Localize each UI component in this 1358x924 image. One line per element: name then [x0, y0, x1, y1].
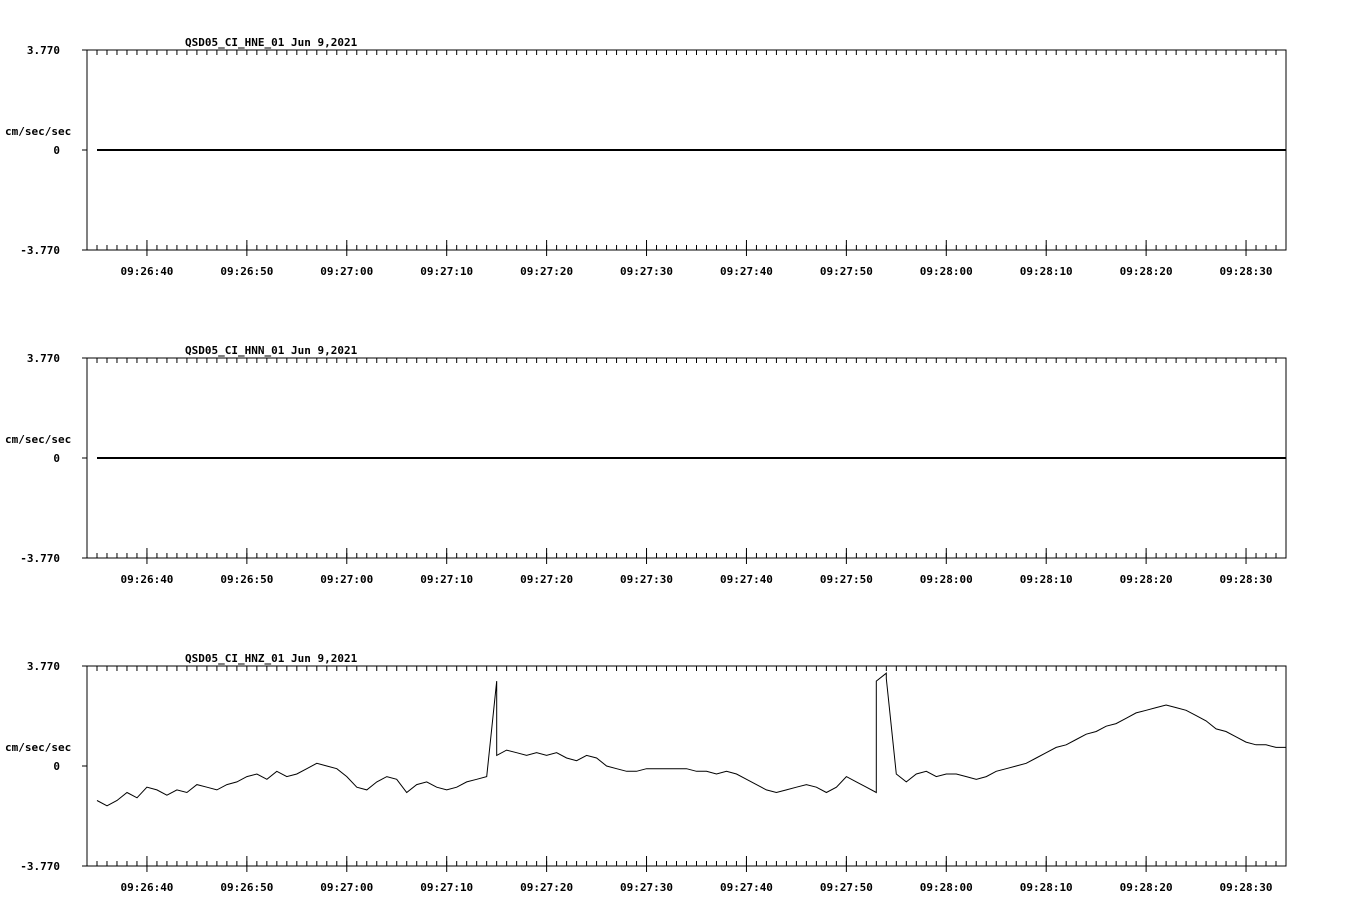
y-tick-label: -3.770 [20, 552, 60, 565]
seismogram-panel-3: QSD05_CI_HNZ_01 Jun 9,2021 3.770 0 -3.770 cm… [5, 652, 1287, 894]
x-tick-label: 09:27:20 [520, 573, 573, 586]
x-tick-label: 09:28:00 [920, 573, 973, 586]
x-tick-label: 09:26:50 [220, 881, 273, 894]
y-tick-label: -3.770 [20, 244, 60, 257]
x-tick-label: 09:27:00 [320, 573, 373, 586]
x-tick-label: 09:28:20 [1120, 573, 1173, 586]
seismogram-panel-1: QSD05_CI_HNE_01 Jun 9,2021 3.770 0 -3.770 cm… [5, 36, 1287, 278]
panel-title: QSD05_CI_HNZ_01 Jun 9,2021 [185, 652, 358, 665]
x-tick-label: 09:27:50 [820, 265, 873, 278]
x-tick-label: 09:27:20 [520, 265, 573, 278]
x-tick-label: 09:27:00 [320, 265, 373, 278]
x-tick-label: 09:27:40 [720, 881, 773, 894]
seismogram-panel-2: QSD05_CI_HNN_01 Jun 9,2021 3.770 0 -3.770 cm… [5, 344, 1287, 586]
x-tick-label: 09:27:10 [420, 573, 473, 586]
panel-title: QSD05_CI_HNN_01 Jun 9,2021 [185, 344, 358, 357]
y-axis-label: cm/sec/sec [5, 741, 71, 754]
x-tick-label: 09:28:20 [1120, 881, 1173, 894]
y-tick-label: 0 [53, 452, 60, 465]
y-tick-label: -3.770 [20, 860, 60, 873]
x-tick-label: 09:28:10 [1020, 265, 1073, 278]
x-tick-label: 09:27:30 [620, 265, 673, 278]
x-tick-label: 09:27:30 [620, 881, 673, 894]
x-tick-label: 09:27:50 [820, 573, 873, 586]
x-tick-label: 09:28:00 [920, 265, 973, 278]
x-tick-label: 09:27:30 [620, 573, 673, 586]
panel-title: QSD05_CI_HNE_01 Jun 9,2021 [185, 36, 358, 49]
y-tick-label: 3.770 [27, 352, 60, 365]
waveform-trace [96, 672, 1286, 807]
x-tick-label: 09:27:00 [320, 881, 373, 894]
plot-frame [86, 665, 1287, 867]
y-tick-label: 0 [53, 760, 60, 773]
x-tick-label: 09:27:10 [420, 265, 473, 278]
seismogram-plot-area: QSD05_CI_HNE_01 Jun 9,2021 3.770 0 -3.770 cm… [5, 36, 1287, 894]
y-tick-label: 3.770 [27, 660, 60, 673]
x-tick-label: 09:27:10 [420, 881, 473, 894]
y-axis-label: cm/sec/sec [5, 125, 71, 138]
x-tick-label: 09:28:30 [1220, 265, 1273, 278]
x-tick-label: 09:28:30 [1220, 881, 1273, 894]
x-tick-label: 09:28:00 [920, 881, 973, 894]
y-tick-label: 0 [53, 144, 60, 157]
y-tick-label: 3.770 [27, 44, 60, 57]
x-tick-label: 09:26:50 [220, 265, 273, 278]
x-tick-label: 09:28:30 [1220, 573, 1273, 586]
x-tick-label: 09:27:40 [720, 573, 773, 586]
x-tick-label: 09:26:40 [120, 573, 173, 586]
x-tick-label: 09:28:10 [1020, 573, 1073, 586]
x-tick-label: 09:27:40 [720, 265, 773, 278]
y-axis-label: cm/sec/sec [5, 433, 71, 446]
x-tick-label: 09:27:50 [820, 881, 873, 894]
x-tick-label: 09:27:20 [520, 881, 573, 894]
x-tick-label: 09:26:40 [120, 265, 173, 278]
x-tick-label: 09:28:20 [1120, 265, 1173, 278]
x-tick-label: 09:28:10 [1020, 881, 1073, 894]
x-tick-label: 09:26:40 [120, 881, 173, 894]
x-tick-label: 09:26:50 [220, 573, 273, 586]
